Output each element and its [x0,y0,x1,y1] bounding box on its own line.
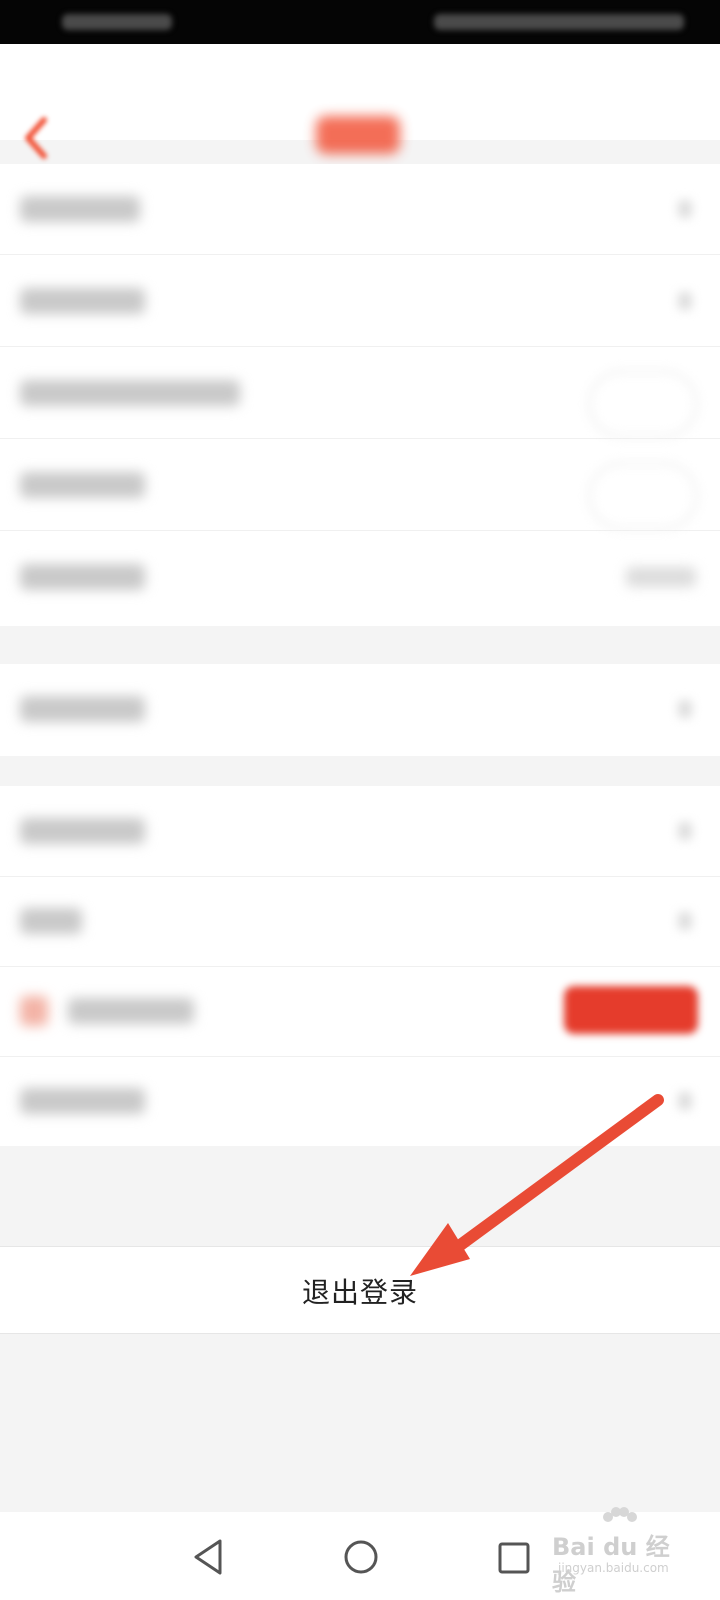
logout-label: 退出登录 [301,1276,418,1309]
settings-row[interactable] [0,256,720,347]
settings-row[interactable] [0,164,720,255]
toggle-switch[interactable] [588,370,698,438]
cache-size-value [626,567,696,587]
status-right-icons [434,14,684,30]
toggle-switch[interactable] [588,462,698,530]
watermark: Bai du 经验 jingyan.baidu.com [542,1507,692,1596]
settings-row-toggle [0,348,720,439]
logout-button[interactable]: 退出登录 [0,1246,720,1334]
triangle-back-icon[interactable] [190,1537,226,1577]
row-label [20,1088,145,1114]
row-label [20,564,145,590]
settings-row-cache[interactable] [0,532,720,622]
chevron-right-icon [678,200,692,218]
row-label [20,818,145,844]
settings-group-2 [0,664,720,756]
chevron-right-icon [678,700,692,718]
settings-row[interactable] [0,1056,720,1146]
row-label [20,196,140,222]
watermark-url: jingyan.baidu.com [558,1561,669,1575]
chevron-right-icon [678,822,692,840]
row-label [68,998,194,1024]
status-left-icons [62,14,172,30]
row-label [20,696,145,722]
settings-row-toggle [0,440,720,531]
settings-row-action [0,966,720,1057]
status-bar [0,0,720,44]
back-icon[interactable] [18,114,58,162]
action-button[interactable] [564,986,698,1034]
app-header [0,44,720,159]
circle-home-icon[interactable] [342,1538,380,1576]
row-icon [20,996,48,1026]
row-label [20,288,145,314]
row-label [20,380,240,406]
settings-group-3 [0,786,720,1146]
row-label [20,472,145,498]
settings-group-1 [0,164,720,626]
page-title [316,116,400,154]
row-label [20,908,82,934]
chevron-right-icon [678,292,692,310]
settings-row[interactable] [0,876,720,967]
settings-row[interactable] [0,664,720,754]
settings-row[interactable] [0,786,720,877]
chevron-right-icon [678,1092,692,1110]
square-recents-icon[interactable] [496,1540,532,1576]
chevron-right-icon [678,912,692,930]
